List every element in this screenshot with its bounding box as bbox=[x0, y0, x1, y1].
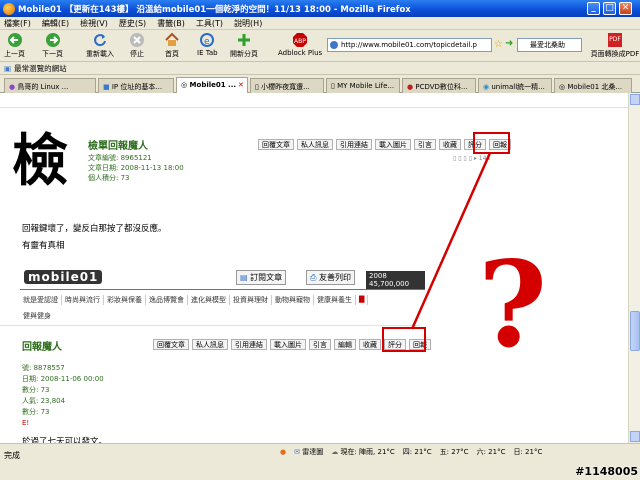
addon-icon[interactable]: ● bbox=[280, 448, 286, 456]
tab-0[interactable]: ● 鳥哥的 Linux ... bbox=[4, 78, 96, 93]
svg-text:ABP: ABP bbox=[294, 38, 306, 45]
scroll-up-icon[interactable] bbox=[630, 94, 640, 105]
firefox-icon bbox=[3, 2, 15, 15]
window-title: Mobile01 【更新在143樓】 沿溫給mobile01一個乾淨的空間！11… bbox=[18, 4, 411, 15]
back-arrow-icon bbox=[6, 32, 24, 48]
go-arrow-icon[interactable]: ➜ bbox=[505, 38, 513, 49]
tab-4[interactable]: ▯ MY Mobile Life... bbox=[326, 78, 400, 93]
home-button[interactable]: 首頁 bbox=[163, 32, 181, 59]
url-bar[interactable]: http://www.mobile01.com/topicdetail.p bbox=[327, 38, 492, 52]
tab-favicon-icon: ● bbox=[9, 83, 16, 91]
status-bar: 完成 ● ✉ 雷達圖 ☁ 現在: 陣雨, 21°C 四: 21°C 五: 27°… bbox=[0, 443, 640, 480]
tab-favicon-icon: ◎ bbox=[559, 83, 566, 91]
bookmark-star-icon: ▣ bbox=[4, 63, 12, 73]
title-bar[interactable]: Mobile01 【更新在143樓】 沿溫給mobile01一個乾淨的空間！11… bbox=[0, 0, 640, 17]
stop-icon bbox=[128, 32, 146, 48]
scroll-thumb[interactable] bbox=[630, 311, 640, 351]
mail-icon: ✉ bbox=[294, 448, 300, 456]
close-button[interactable]: ✕ bbox=[619, 2, 632, 15]
status-widgets: ● ✉ 雷達圖 ☁ 現在: 陣雨, 21°C 四: 21°C 五: 27°C 六… bbox=[280, 447, 542, 457]
back-button[interactable]: 上一頁 bbox=[4, 32, 25, 59]
maximize-button[interactable]: □ bbox=[603, 2, 616, 15]
weather-day[interactable]: 日: 21°C bbox=[513, 447, 542, 457]
menu-file[interactable]: 檔案(F) bbox=[4, 18, 31, 29]
minimize-button[interactable]: _ bbox=[587, 2, 600, 15]
menu-help[interactable]: 說明(H) bbox=[234, 18, 262, 29]
page-content: 檢 檢單回報魔人 文章編號: 8965121 文章日期: 2008-11-13 … bbox=[0, 93, 628, 443]
tab-close-icon[interactable]: ✕ bbox=[238, 81, 244, 89]
status-text: 完成 bbox=[4, 451, 20, 460]
tab-favicon-icon: ▯ bbox=[331, 82, 335, 90]
tab-7[interactable]: ◎ Mobile01 北桑... bbox=[554, 78, 632, 93]
home-icon bbox=[163, 32, 181, 48]
firefox-window: Mobile01 【更新在143樓】 沿溫給mobile01一個乾淨的空間！11… bbox=[0, 0, 640, 480]
mail-widget[interactable]: ✉ 雷達圖 bbox=[294, 447, 323, 457]
stop-button[interactable]: 停止 bbox=[128, 32, 146, 59]
weather-day[interactable]: 六: 21°C bbox=[477, 447, 506, 457]
reload-button[interactable]: 重新載入 bbox=[86, 32, 114, 59]
bookmarks-toolbar: ▣ 最常瀏覽的網站 bbox=[0, 62, 640, 75]
most-visited-link[interactable]: 最常瀏覽的網站 bbox=[14, 63, 67, 74]
tab-3[interactable]: ▯ 小櫻昨夜寬遭... bbox=[250, 78, 324, 93]
tab-strip: ● 鳥哥的 Linux ... ■ IP 位址的基本... ◎ Mobile01… bbox=[0, 76, 640, 93]
navigation-toolbar: 上一頁 下一頁 重新載入 停止 首頁 e IE Tab 開新分頁 ABP Adb… bbox=[0, 30, 640, 62]
watermark: #1148005 bbox=[575, 465, 638, 478]
search-box[interactable]: 最愛北桑助 bbox=[517, 38, 582, 52]
tab-favicon-icon: ■ bbox=[103, 83, 110, 91]
menu-tools[interactable]: 工具(T) bbox=[196, 18, 223, 29]
forward-arrow-icon bbox=[44, 32, 62, 48]
tab-6[interactable]: ◉ unimall統一精... bbox=[478, 78, 552, 93]
scroll-down-icon[interactable] bbox=[630, 431, 640, 442]
menu-edit[interactable]: 編輯(E) bbox=[42, 18, 69, 29]
menu-bar: 檔案(F) 編輯(E) 檢視(V) 歷史(S) 書籤(B) 工具(T) 說明(H… bbox=[0, 17, 640, 30]
vertical-scrollbar[interactable] bbox=[628, 93, 640, 443]
tab-favicon-icon: ▯ bbox=[255, 83, 259, 91]
tab-5[interactable]: ● PCDVD數位科... bbox=[402, 78, 476, 93]
pdf-button[interactable]: PDF 頁面轉換成PDF bbox=[590, 33, 640, 59]
reload-icon bbox=[91, 32, 109, 48]
tab-favicon-icon: ◉ bbox=[483, 83, 490, 91]
tab-favicon-icon: ● bbox=[407, 83, 414, 91]
question-mark-annotation: ? bbox=[478, 235, 548, 374]
new-tab-icon bbox=[235, 32, 253, 48]
menu-view[interactable]: 檢視(V) bbox=[80, 18, 108, 29]
adblock-button[interactable]: ABP Adblock Plus bbox=[278, 32, 322, 57]
go-star-icon[interactable]: ☆ bbox=[494, 39, 503, 50]
forward-button[interactable]: 下一頁 bbox=[42, 32, 63, 59]
tab-2-active[interactable]: ◎ Mobile01 ... ✕ bbox=[176, 77, 248, 93]
pdf-icon: PDF bbox=[608, 33, 622, 47]
weather-day[interactable]: 四: 21°C bbox=[403, 447, 432, 457]
weather-now[interactable]: ☁ 現在: 陣雨, 21°C bbox=[331, 447, 395, 457]
new-tab-button[interactable]: 開新分頁 bbox=[230, 32, 258, 59]
adblock-icon: ABP bbox=[291, 32, 309, 48]
ietab-button[interactable]: e IE Tab bbox=[197, 32, 218, 57]
svg-text:e: e bbox=[204, 37, 210, 47]
tab-favicon-icon: ◎ bbox=[181, 81, 188, 89]
tab-1[interactable]: ■ IP 位址的基本... bbox=[98, 78, 174, 93]
rain-cloud-icon: ☁ bbox=[331, 448, 339, 456]
weather-day[interactable]: 五: 27°C bbox=[440, 447, 469, 457]
menu-history[interactable]: 歷史(S) bbox=[119, 18, 146, 29]
menu-bookmarks[interactable]: 書籤(B) bbox=[157, 18, 185, 29]
ie-icon: e bbox=[198, 32, 216, 48]
